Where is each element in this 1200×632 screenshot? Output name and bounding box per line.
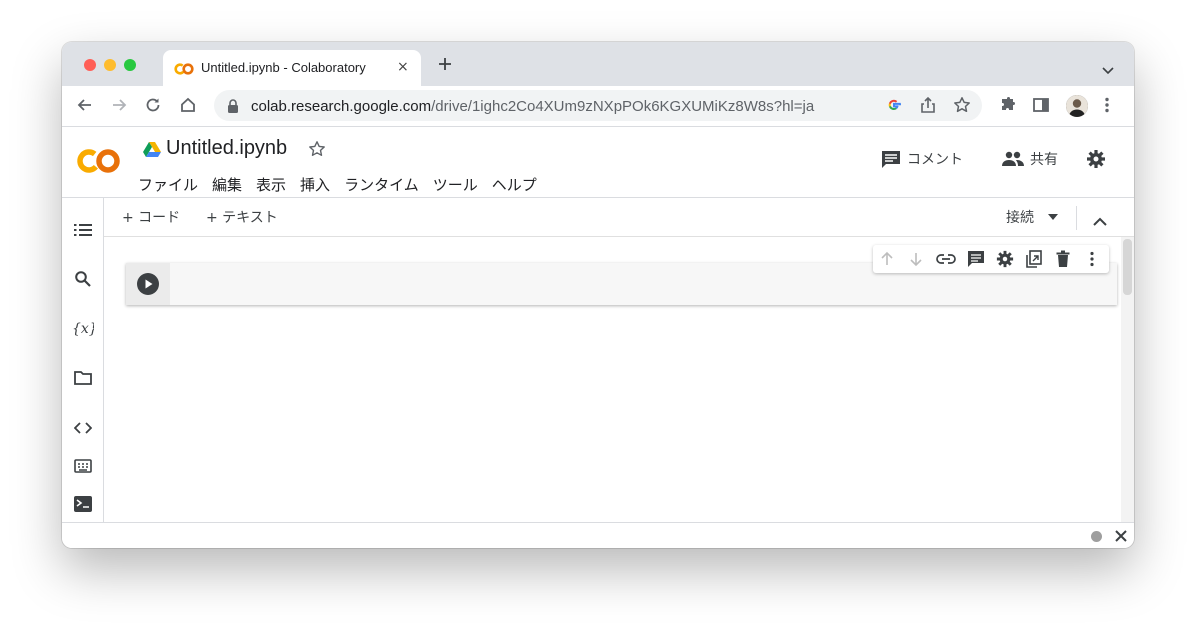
address-bar[interactable]: colab.research.google.com/drive/1ighc2Co… [214,90,982,121]
connect-label: 接続 [1006,210,1034,226]
terminal-icon[interactable] [74,496,92,516]
cell-settings-icon[interactable] [996,250,1014,272]
runtime-status-dot [1091,531,1102,542]
lock-icon[interactable] [227,98,239,117]
scrollbar-thumb[interactable] [1123,239,1132,295]
menu-view[interactable]: 表示 [256,176,286,194]
tab-close-icon[interactable]: × [397,59,409,75]
reload-icon[interactable] [144,96,162,118]
table-of-contents-icon[interactable] [74,222,92,242]
add-code-button[interactable]: + コード [122,207,180,227]
cell-gutter [126,263,170,305]
browser-toolbar: colab.research.google.com/drive/1ighc2Co… [62,86,1134,127]
url-path: /drive/1ighc2Co4XUm9zNXpPOk6KGXUMiKz8W8s… [431,98,815,115]
menu-bar: ファイル 編集 表示 挿入 ランタイム ツール ヘルプ [138,174,551,195]
share-icon[interactable] [920,96,936,118]
add-text-button[interactable]: + テキスト [206,207,278,227]
browser-tab[interactable]: Untitled.ipynb - Colaboratory × [163,50,421,86]
window-maximize-button[interactable] [124,59,136,71]
variables-icon[interactable]: {x} [72,319,98,341]
menu-insert[interactable]: 挿入 [300,176,330,194]
url-domain: colab.research.google.com [251,98,432,115]
collapse-header-icon[interactable] [1093,211,1107,230]
comment-icon [882,151,900,168]
window-minimize-button[interactable] [104,59,116,71]
window-close-button[interactable] [84,59,96,71]
comment-button[interactable]: コメント [881,149,963,169]
delete-cell-icon[interactable] [1055,250,1071,272]
files-folder-icon[interactable] [74,370,92,390]
new-tab-icon[interactable] [437,56,453,76]
menu-tools[interactable]: ツール [433,176,478,194]
share-label: 共有 [1030,152,1058,168]
connect-dropdown-icon[interactable] [1048,214,1059,220]
cell-action-toolbar [873,245,1109,273]
connect-button[interactable]: 接続 [1006,207,1059,227]
run-cell-button[interactable] [137,273,159,299]
home-icon[interactable] [179,96,197,118]
side-panel-icon[interactable] [1032,96,1050,118]
menu-runtime[interactable]: ランタイム [344,176,419,194]
extensions-icon[interactable] [998,96,1016,118]
tab-search-chevron-icon[interactable] [1102,60,1114,79]
star-icon[interactable] [308,140,326,162]
search-icon[interactable] [74,270,92,292]
mirror-cell-icon[interactable] [1025,250,1043,272]
svg-text:{x}: {x} [72,321,94,337]
colab-header: Untitled.ipynb ファイル 編集 表示 挿入 ランタイム ツール ヘルプ コメン… [62,127,1134,198]
share-button[interactable]: 共有 [1002,149,1058,169]
comment-label: コメント [907,152,963,168]
move-cell-down-icon[interactable] [908,250,924,272]
play-icon [137,273,159,295]
left-sidebar: {x} [62,198,104,522]
cell-comment-icon[interactable] [967,250,985,272]
profile-avatar[interactable] [1066,95,1088,117]
menu-help[interactable]: ヘルプ [492,176,537,194]
move-cell-up-icon[interactable] [879,250,895,272]
menu-file[interactable]: ファイル [138,176,198,194]
people-icon [1002,151,1024,166]
tab-strip: Untitled.ipynb - Colaboratory × [62,42,1134,86]
status-close-icon[interactable] [1114,528,1128,547]
cell-toolbar: + コード + テキスト 接続 [62,198,1134,237]
notebook-scrollbar[interactable] [1121,237,1134,522]
browser-window: Untitled.ipynb - Colaboratory × colab.re… [62,42,1134,548]
google-icon[interactable] [886,97,902,117]
forward-icon[interactable] [110,96,128,118]
more-vert-icon[interactable] [1104,96,1110,118]
url-text: colab.research.google.com/drive/1ighc2Co… [251,98,814,115]
notebook-title[interactable]: Untitled.ipynb [166,137,287,160]
tab-title: Untitled.ipynb - Colaboratory [201,60,366,75]
colab-logo[interactable] [76,143,122,183]
back-icon[interactable] [76,96,94,118]
code-snippets-icon[interactable] [73,420,93,439]
bookmark-star-icon[interactable] [953,96,971,118]
status-bar [62,522,1134,548]
link-icon[interactable] [936,251,956,270]
drive-icon [143,141,161,161]
menu-edit[interactable]: 編集 [212,176,242,194]
toolbar-divider [1076,206,1077,230]
cell-more-vert-icon[interactable] [1089,250,1095,272]
colab-favicon-icon [174,61,194,80]
settings-gear-icon[interactable] [1086,149,1106,173]
command-palette-icon[interactable] [74,458,92,478]
